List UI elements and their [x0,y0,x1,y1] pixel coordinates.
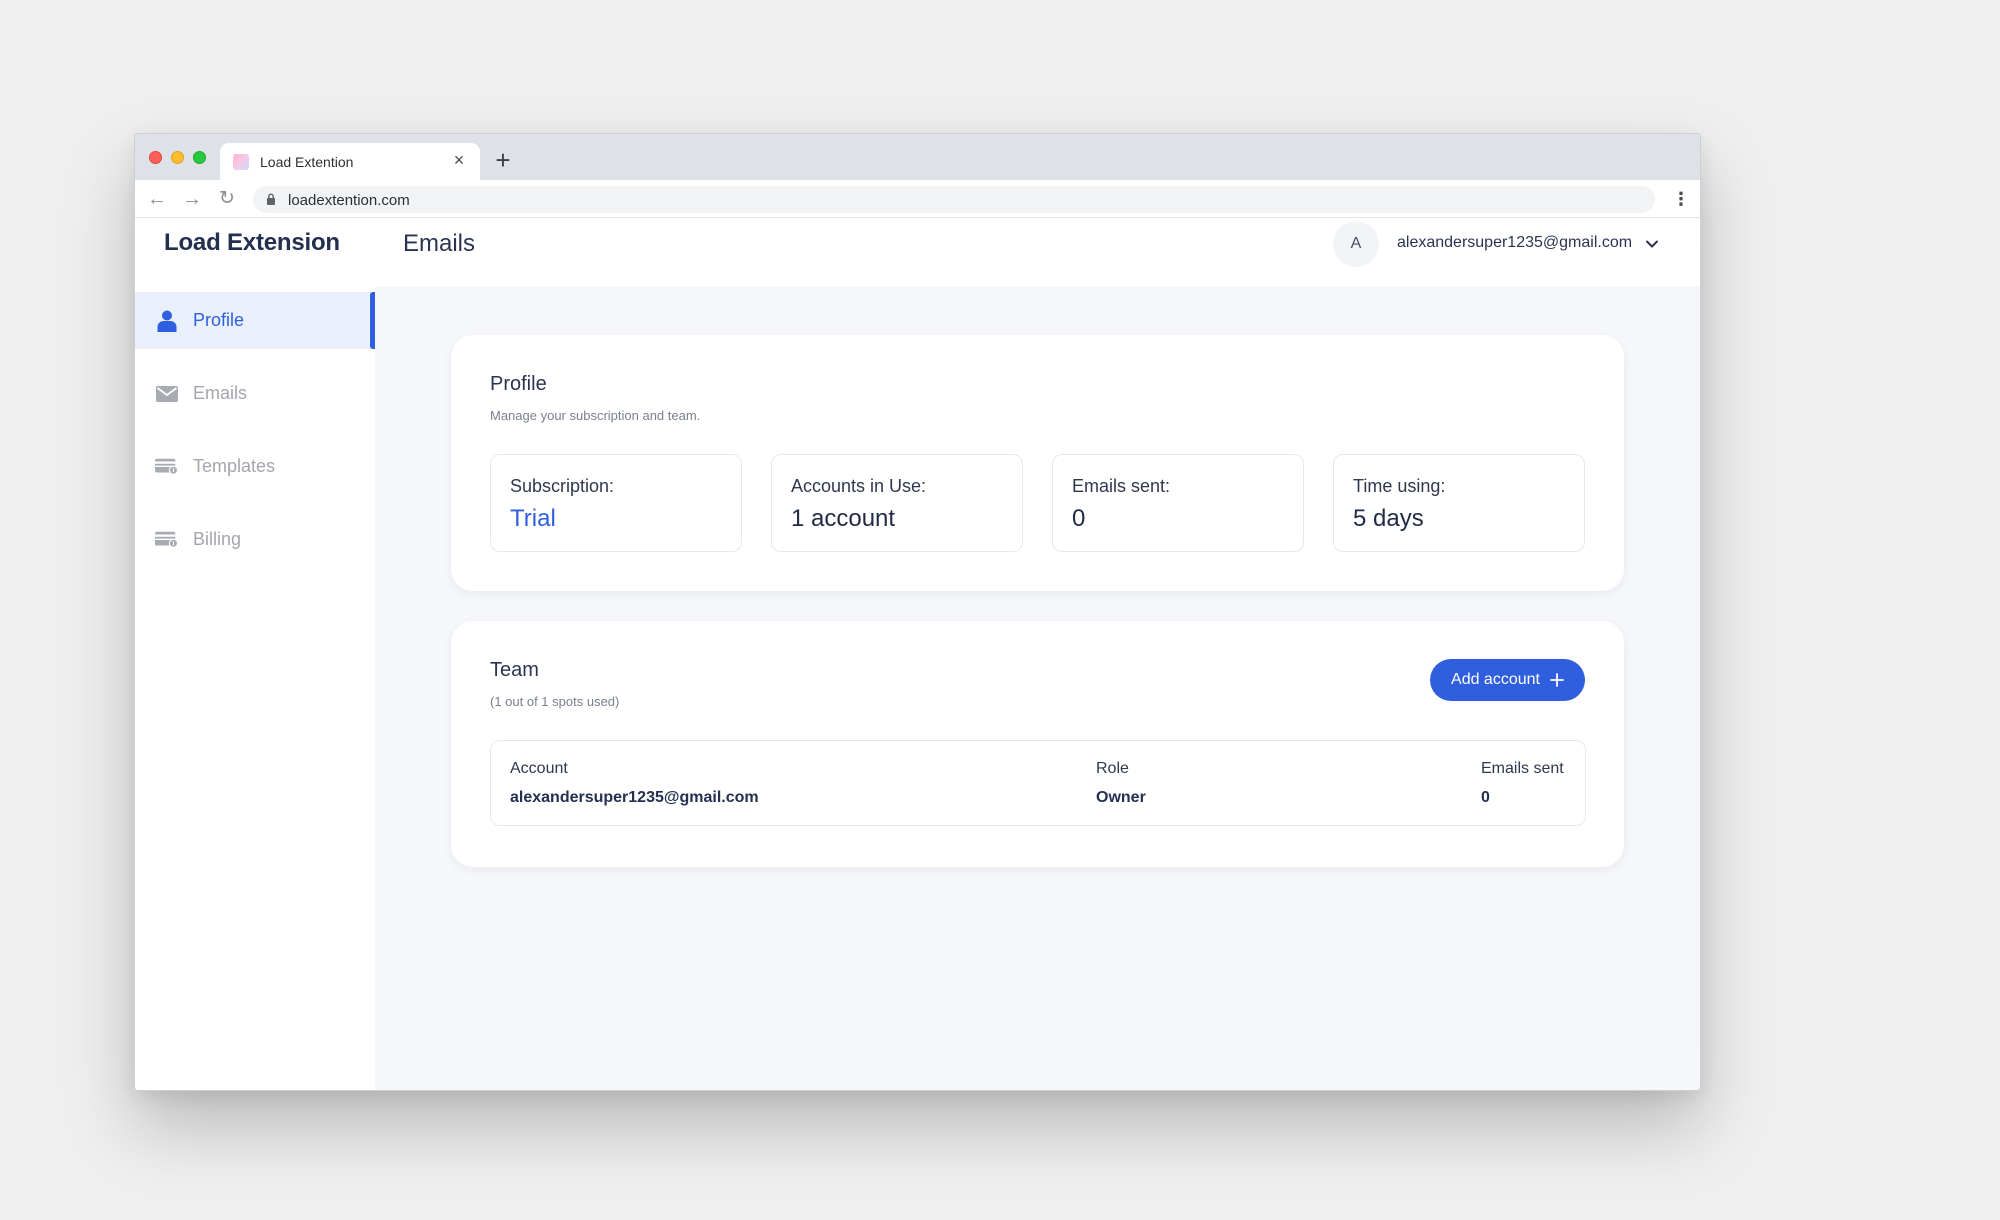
team-table: Account Role Emails sent alexandersuper1… [490,740,1586,826]
stat-value: 0 [1072,505,1086,532]
stat-label: Subscription: [510,476,615,496]
close-window-button[interactable] [149,151,162,164]
minimize-window-button[interactable] [171,151,184,164]
stat-label: Emails sent: [1072,476,1171,496]
profile-card: Profile Manage your subscription and tea… [451,335,1624,591]
close-tab-icon[interactable]: × [448,149,470,171]
address-toolbar: ← → ↻ loadextention.com ⋮ [135,180,1700,218]
sidebar: Load Extension Profile Emails Templates … [135,219,375,1090]
user-email[interactable]: alexandersuper1235@gmail.com [1397,234,1632,252]
lock-icon [267,193,275,205]
sidebar-item-billing[interactable]: Billing [135,511,375,568]
tab-strip: Load Extention × + [135,134,1700,180]
mail-icon [155,383,179,405]
table-cell-account: alexandersuper1235@gmail.com [510,789,759,806]
chevron-down-icon[interactable] [1645,237,1659,251]
team-card: Team (1 out of 1 spots used) Add account… [451,621,1624,867]
sidebar-item-templates[interactable]: Templates [135,438,375,495]
stat-value: 1 account [791,505,896,532]
new-tab-icon[interactable]: + [491,147,515,173]
app-root: Load Extension Profile Emails Templates … [135,219,1700,1090]
column-header-emails-sent: Emails sent [1481,760,1564,777]
card-icon [155,529,179,551]
stat-value: 5 days [1353,505,1424,532]
brand-logo[interactable]: Load Extension [164,229,340,257]
reload-icon[interactable]: ↻ [215,187,239,211]
browser-tab[interactable]: Load Extention × [220,143,480,180]
url-text: loadextention.com [288,192,410,209]
sidebar-item-label: Profile [193,310,245,330]
column-header-role: Role [1096,760,1129,777]
table-cell-role: Owner [1096,789,1146,806]
page-title: Emails [403,230,476,257]
add-account-button[interactable]: Add account [1430,659,1585,701]
team-card-subtitle: (1 out of 1 spots used) [490,694,620,709]
main-content: Emails A alexandersuper1235@gmail.com Pr… [375,219,1700,1090]
sidebar-item-label: Emails [193,383,248,403]
avatar[interactable]: A [1333,221,1379,267]
table-cell-emails-sent: 0 [1481,789,1490,806]
team-card-title: Team [490,659,539,681]
sidebar-item-label: Billing [193,529,242,549]
stat-subscription: Subscription: Trial [490,454,742,552]
address-bar[interactable]: loadextention.com [253,186,1655,213]
stat-time-using: Time using: 5 days [1333,454,1585,552]
back-arrow-icon[interactable]: ← [145,187,169,211]
stat-value: Trial [510,505,556,532]
stat-label: Time using: [1353,476,1446,496]
browser-window: Load Extention × + ← → ↻ loadextention.c… [134,133,1701,1091]
sidebar-item-label: Templates [193,456,276,476]
add-account-label: Add account [1451,671,1540,688]
sidebar-nav: Profile Emails Templates Billing [135,292,375,584]
browser-menu-icon[interactable]: ⋮ [1672,187,1690,211]
user-icon [155,310,179,332]
sidebar-item-profile[interactable]: Profile [135,292,375,349]
plus-icon [1550,673,1564,687]
favicon-icon [233,154,249,170]
stat-emails-sent: Emails sent: 0 [1052,454,1304,552]
forward-arrow-icon[interactable]: → [180,187,204,211]
column-header-account: Account [510,760,568,777]
card-icon [155,456,179,478]
profile-card-subtitle: Manage your subscription and team. [490,408,701,423]
stat-label: Accounts in Use: [791,476,927,496]
tab-title: Load Extention [260,154,354,170]
maximize-window-button[interactable] [193,151,206,164]
stat-accounts-in-use: Accounts in Use: 1 account [771,454,1023,552]
profile-card-title: Profile [490,373,547,395]
top-bar: Emails A alexandersuper1235@gmail.com [375,219,1700,286]
sidebar-item-emails[interactable]: Emails [135,365,375,422]
